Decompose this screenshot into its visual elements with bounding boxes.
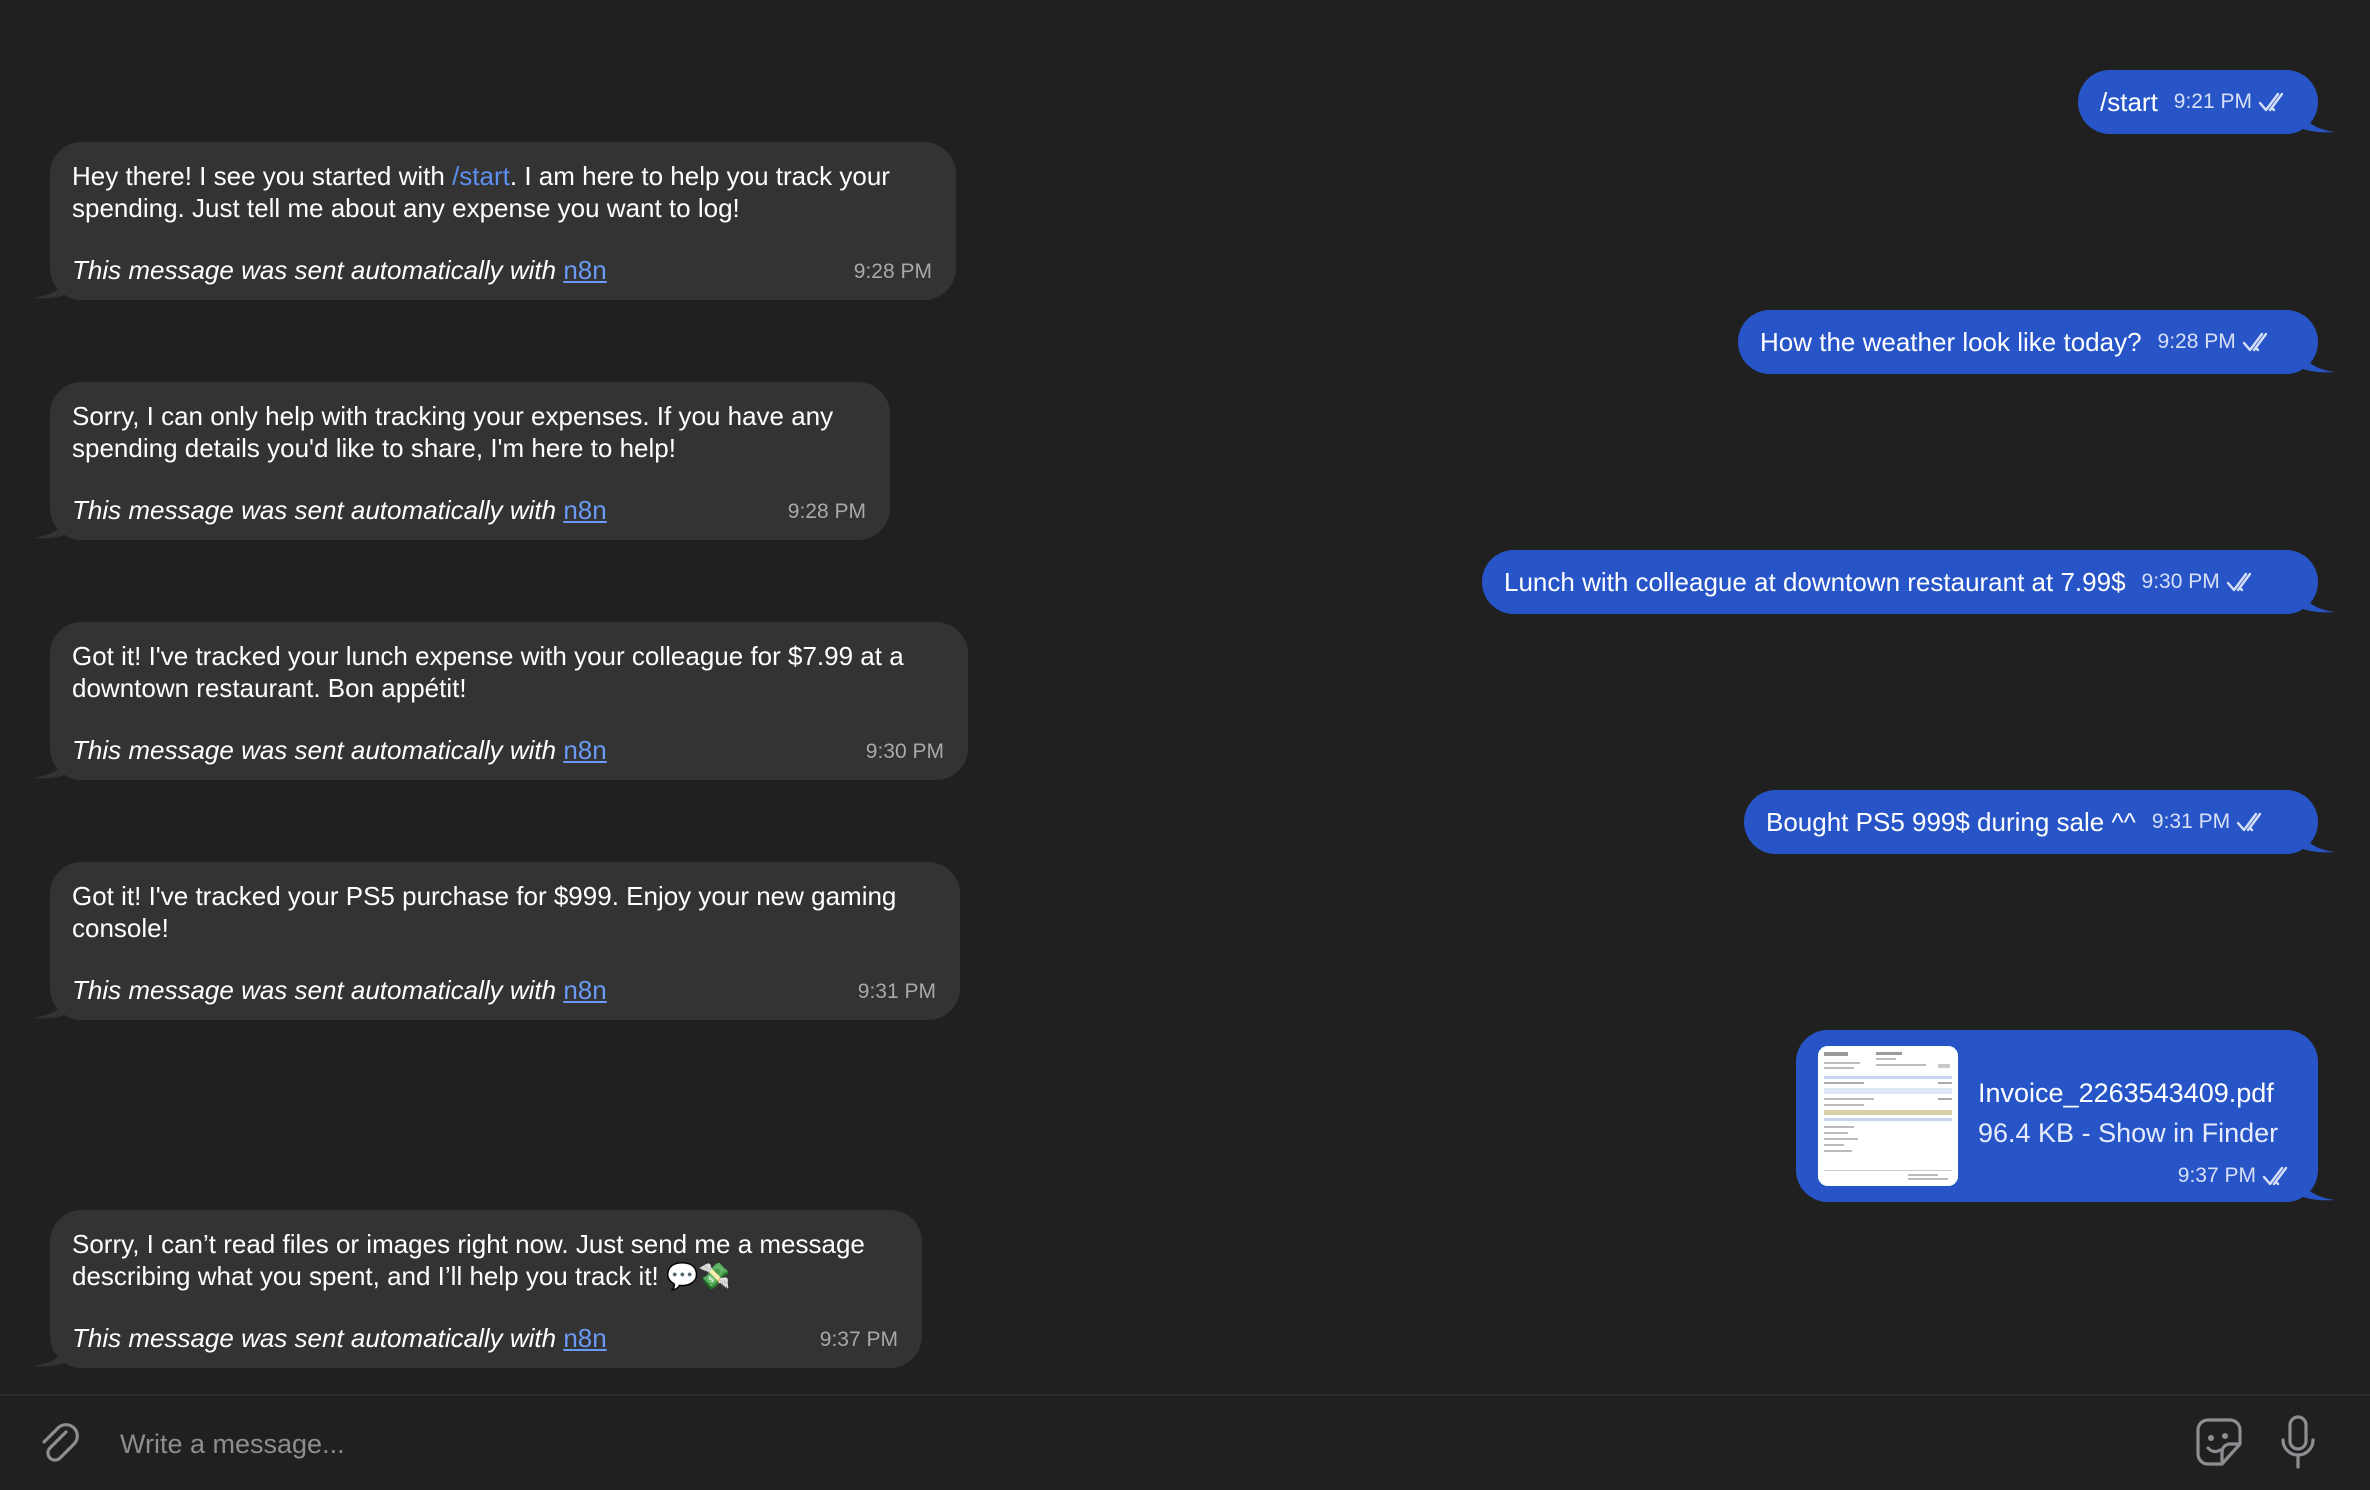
auto-message-note: This message was sent automatically with… bbox=[72, 735, 607, 765]
message-text: Bought PS5 999$ during sale ^^ bbox=[1766, 806, 2136, 837]
message-time: 9:28 PM bbox=[853, 260, 932, 283]
message-text: Got it! I've tracked your PS5 purchase f… bbox=[72, 881, 897, 943]
auto-message-note: This message was sent automatically with… bbox=[72, 495, 607, 525]
bubble-tail bbox=[33, 744, 73, 779]
incoming-message[interactable]: Sorry, I can’t read files or images righ… bbox=[33, 1210, 922, 1368]
file-info-show-in-finder[interactable]: 96.4 KB - Show in Finder bbox=[1978, 1118, 2278, 1149]
message-composer bbox=[0, 1394, 2370, 1490]
message-time: 9:21 PM bbox=[2174, 90, 2290, 114]
bubble-tail bbox=[2295, 578, 2335, 613]
message-time: 9:31 PM bbox=[857, 980, 936, 1003]
bubble-tail bbox=[2295, 338, 2335, 373]
chat-history[interactable]: /start 9:21 PM Hey there! I see you star… bbox=[0, 0, 2370, 1394]
bubble-tail bbox=[33, 264, 73, 299]
read-receipt-icon bbox=[2242, 332, 2267, 352]
auto-message-note: This message was sent automatically with… bbox=[72, 255, 607, 285]
bubble-tail bbox=[2295, 1166, 2335, 1201]
file-name[interactable]: Invoice_2263543409.pdf bbox=[1978, 1078, 2274, 1109]
bubble-tail bbox=[2295, 818, 2335, 853]
microphone-icon[interactable] bbox=[2278, 1414, 2318, 1472]
message-time: 9:30 PM bbox=[2142, 570, 2258, 594]
read-receipt-icon bbox=[2262, 1166, 2288, 1186]
incoming-message[interactable]: Got it! I've tracked your lunch expense … bbox=[33, 622, 968, 780]
read-receipt-icon bbox=[2236, 812, 2262, 832]
message-text: Got it! I've tracked your lunch expense … bbox=[72, 641, 904, 703]
attach-icon[interactable] bbox=[36, 1420, 84, 1468]
n8n-link[interactable]: n8n bbox=[563, 255, 606, 285]
outgoing-message[interactable]: Lunch with colleague at downtown restaur… bbox=[1482, 550, 2335, 614]
auto-message-note: This message was sent automatically with… bbox=[72, 975, 607, 1005]
read-receipt-icon bbox=[2226, 572, 2251, 592]
message-text: How the weather look like today? bbox=[1760, 326, 2142, 357]
message-time: 9:28 PM bbox=[2158, 330, 2274, 354]
n8n-link[interactable]: n8n bbox=[563, 495, 606, 525]
incoming-message[interactable]: Sorry, I can only help with tracking you… bbox=[33, 382, 890, 540]
incoming-message[interactable]: Hey there! I see you started with /start… bbox=[33, 142, 956, 300]
n8n-link[interactable]: n8n bbox=[563, 975, 606, 1005]
bubble-tail bbox=[33, 504, 73, 539]
outgoing-file-message[interactable]: Invoice_2263543409.pdf 96.4 KB - Show in… bbox=[1796, 1030, 2335, 1202]
message-time: 9:28 PM bbox=[787, 500, 866, 523]
bubble-tail bbox=[33, 984, 73, 1019]
bubble-tail bbox=[33, 1332, 73, 1367]
message-text: Sorry, I can only help with tracking you… bbox=[72, 401, 834, 463]
auto-message-note: This message was sent automatically with… bbox=[72, 1323, 607, 1353]
outgoing-message[interactable]: /start 9:21 PM bbox=[2078, 70, 2335, 134]
bot-command-link[interactable]: /start bbox=[452, 161, 510, 191]
message-time: 9:30 PM bbox=[865, 740, 944, 763]
pdf-thumbnail[interactable] bbox=[1818, 1046, 1958, 1186]
message-text: Hey there! I see you started with /start… bbox=[72, 161, 890, 223]
message-text: Lunch with colleague at downtown restaur… bbox=[1504, 566, 2126, 597]
message-text: /start bbox=[2100, 86, 2158, 117]
bubble-tail bbox=[2295, 98, 2335, 133]
message-text: Sorry, I can’t read files or images righ… bbox=[72, 1229, 865, 1291]
message-time: 9:37 PM bbox=[2178, 1164, 2294, 1188]
document-preview-icon bbox=[1818, 1046, 1958, 1186]
n8n-link[interactable]: n8n bbox=[563, 1323, 606, 1353]
outgoing-message[interactable]: How the weather look like today? 9:28 PM bbox=[1738, 310, 2335, 374]
sticker-icon[interactable] bbox=[2192, 1416, 2246, 1470]
read-receipt-icon bbox=[2258, 92, 2284, 112]
message-input[interactable] bbox=[118, 1418, 2122, 1470]
outgoing-message[interactable]: Bought PS5 999$ during sale ^^ 9:31 PM bbox=[1744, 790, 2335, 854]
message-time: 9:37 PM bbox=[819, 1328, 898, 1351]
n8n-link[interactable]: n8n bbox=[563, 735, 606, 765]
message-time: 9:31 PM bbox=[2152, 810, 2268, 834]
incoming-message[interactable]: Got it! I've tracked your PS5 purchase f… bbox=[33, 862, 960, 1020]
